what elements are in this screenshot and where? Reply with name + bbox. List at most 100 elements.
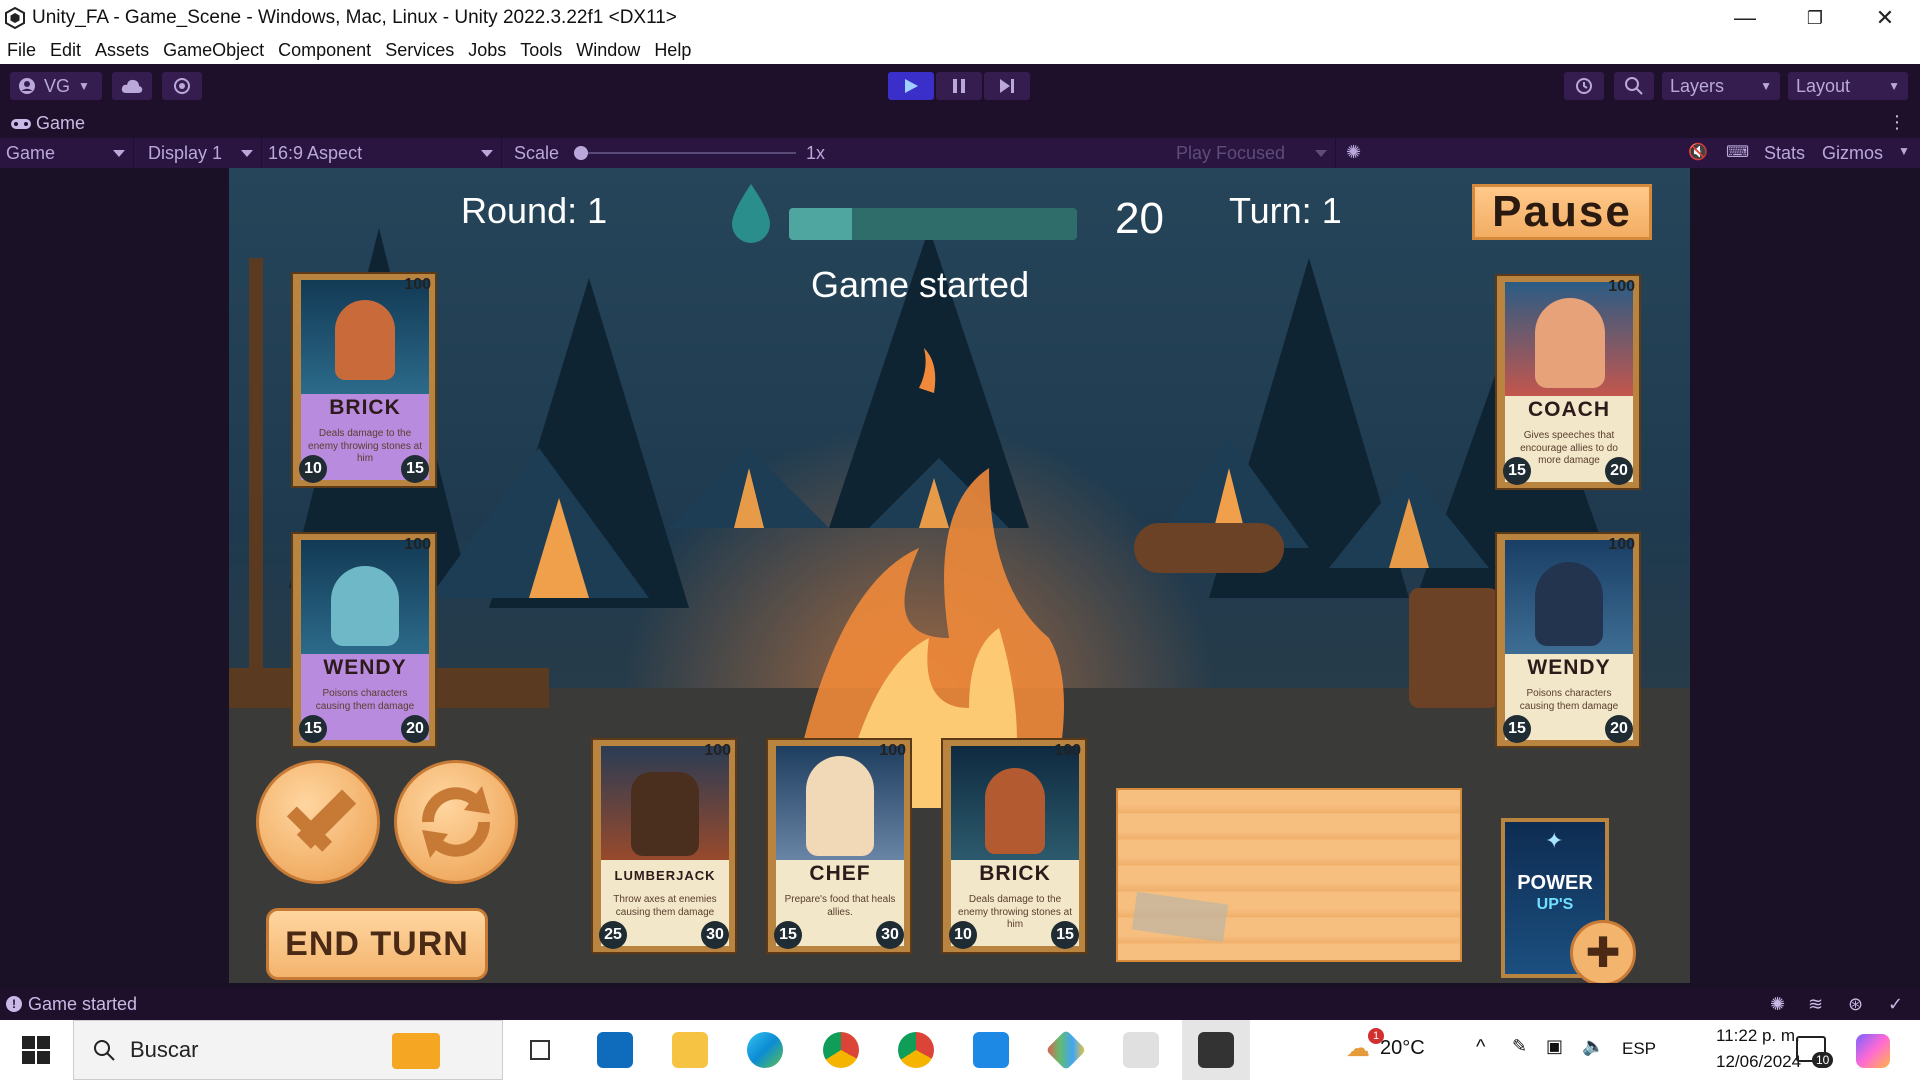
card-cost: 10 — [949, 921, 977, 949]
scale-slider-handle[interactable] — [574, 146, 588, 160]
bug-icon[interactable]: ✺ — [1770, 994, 1785, 1015]
card-hp: 100 — [879, 742, 906, 759]
volume-icon[interactable]: 🔈 — [1582, 1036, 1604, 1057]
hand-card-brick[interactable]: BRICK Deals damage to the enemy throwing… — [941, 738, 1087, 954]
weather-badge: 1 — [1368, 1028, 1384, 1044]
card-description: Poisons characters causing them damage — [1519, 688, 1619, 712]
play-button[interactable] — [888, 72, 934, 100]
layers-dropdown[interactable]: Layers ▼ — [1662, 72, 1780, 100]
chevron-up-icon[interactable]: ^ — [1476, 1036, 1485, 1059]
check-icon[interactable]: ✓ — [1888, 994, 1903, 1015]
edge-icon[interactable] — [747, 1032, 783, 1068]
star-icon: ✦ — [1545, 828, 1564, 853]
scale-slider-track[interactable] — [576, 152, 796, 154]
cloud-button[interactable] — [112, 72, 152, 100]
taskbar-search[interactable]: Buscar — [73, 1020, 503, 1080]
pause-editor-button[interactable] — [936, 72, 982, 100]
weather-temp: 20°C — [1380, 1037, 1425, 1059]
pause-label: Pause — [1492, 187, 1632, 236]
network-icon[interactable]: ▣ — [1546, 1036, 1563, 1057]
game-scene[interactable]: Round: 1 20 Turn: 1 Pause Game started B… — [229, 168, 1690, 983]
mana-bar-fill — [789, 208, 853, 240]
chrome-icon[interactable] — [823, 1032, 859, 1068]
end-turn-button[interactable]: END TURN — [266, 908, 488, 980]
chevron-down-icon — [113, 150, 125, 157]
tab-options-icon[interactable]: ⋮ — [1888, 112, 1906, 133]
gizmos-button[interactable]: Gizmos — [1822, 143, 1883, 164]
layers-icon[interactable]: ≋ — [1808, 994, 1823, 1015]
mute-audio-icon[interactable]: 🔇 — [1688, 142, 1708, 162]
status-message[interactable]: Game started — [28, 994, 137, 1015]
main-toolbar: VG ▼ Layers ▼ Layout ▼ — [0, 64, 1920, 108]
unity-hub-icon[interactable] — [1123, 1032, 1159, 1068]
add-power-up-button[interactable]: ✚ — [1570, 920, 1636, 983]
clock-date[interactable]: 12/06/2024 — [1716, 1052, 1801, 1072]
stats-button[interactable]: Stats — [1764, 143, 1805, 164]
file-explorer-icon[interactable] — [672, 1032, 708, 1068]
unity-logo-icon — [5, 7, 25, 29]
play-mode-dropdown[interactable]: Play Focused — [1170, 138, 1336, 168]
layout-dropdown[interactable]: Layout ▼ — [1788, 72, 1908, 100]
card-cost: 25 — [599, 921, 627, 949]
menu-window[interactable]: Window — [569, 40, 647, 61]
language-indicator[interactable]: ESP — [1622, 1039, 1656, 1059]
tab-game[interactable]: Game — [10, 113, 85, 134]
attack-button[interactable] — [256, 760, 380, 884]
chevron-down-icon: ▼ — [1760, 79, 1772, 93]
menu-gameobject[interactable]: GameObject — [156, 40, 271, 61]
menu-jobs[interactable]: Jobs — [461, 40, 513, 61]
weather-icon: ☁ — [1346, 1035, 1370, 1062]
menu-services[interactable]: Services — [378, 40, 461, 61]
menu-component[interactable]: Component — [271, 40, 378, 61]
ally-card-wendy[interactable]: WENDY Poisons characters causing them da… — [1495, 532, 1641, 748]
network-icon[interactable]: ⊛ — [1848, 994, 1863, 1015]
hand-card-lumberjack[interactable]: LUMBERJACK Throw axes at enemies causing… — [591, 738, 737, 954]
step-icon — [1000, 79, 1014, 93]
copilot-icon[interactable] — [1856, 1034, 1890, 1068]
clock-time[interactable]: 11:22 p. m. — [1716, 1026, 1800, 1046]
keyboard-icon[interactable]: ⌨ — [1726, 142, 1749, 162]
vscode-icon[interactable] — [973, 1032, 1009, 1068]
windows-start-icon[interactable] — [22, 1036, 50, 1064]
task-view-icon[interactable] — [522, 1032, 558, 1068]
chevron-down-icon[interactable]: ▼ — [1898, 144, 1910, 158]
unity-editor-taskbar-item[interactable] — [1182, 1020, 1250, 1080]
minimize-button[interactable]: — — [1710, 0, 1780, 36]
card-attack: 20 — [1605, 457, 1633, 485]
git-app-icon[interactable] — [1045, 1029, 1087, 1071]
menu-file[interactable]: File — [0, 40, 43, 61]
chrome-profile-icon[interactable] — [898, 1032, 934, 1068]
menu-assets[interactable]: Assets — [88, 40, 156, 61]
step-button[interactable] — [984, 72, 1030, 100]
ally-card-coach[interactable]: COACH Gives speeches that encourage alli… — [1495, 274, 1641, 490]
menu-tools[interactable]: Tools — [513, 40, 569, 61]
bug-icon[interactable]: ✺ — [1346, 142, 1361, 163]
scale-value: 1x — [806, 143, 826, 163]
restore-button[interactable]: ❐ — [1780, 0, 1850, 36]
card-drop-board[interactable] — [1116, 788, 1462, 962]
swap-button[interactable] — [394, 760, 518, 884]
menu-help[interactable]: Help — [647, 40, 698, 61]
pen-icon[interactable]: ✎ — [1512, 1036, 1527, 1057]
enemy-card-brick[interactable]: BRICK Deals damage to the enemy throwing… — [291, 272, 437, 488]
display-dropdown[interactable]: Display 1 — [142, 138, 262, 168]
view-mode-dropdown[interactable]: Game — [0, 138, 134, 168]
account-dropdown[interactable]: VG ▼ — [10, 72, 102, 100]
close-button[interactable]: ✕ — [1850, 0, 1920, 36]
search-button[interactable] — [1614, 72, 1654, 100]
menu-edit[interactable]: Edit — [43, 40, 88, 61]
collab-button[interactable] — [162, 72, 202, 100]
menu-bar: File Edit Assets GameObject Component Se… — [0, 36, 1920, 64]
outlook-icon[interactable] — [597, 1032, 633, 1068]
card-description: Throw axes at enemies causing them damag… — [613, 894, 717, 918]
history-button[interactable] — [1564, 72, 1604, 100]
play-mode-label: Play Focused — [1176, 142, 1286, 163]
game-view-toolbar: Game Display 1 16:9 Aspect Scale 1x Play… — [0, 138, 1920, 168]
hand-card-chef[interactable]: CHEF Prepare's food that heals allies. 1… — [766, 738, 912, 954]
card-name: WENDY — [323, 656, 407, 679]
pause-button[interactable]: Pause — [1472, 184, 1652, 240]
enemy-card-wendy[interactable]: WENDY Poisons characters causing them da… — [291, 532, 437, 748]
weather-widget[interactable]: ☁ 1 20°C — [1346, 1028, 1425, 1063]
aspect-dropdown[interactable]: 16:9 Aspect — [262, 138, 502, 168]
round-label: Round: 1 — [461, 190, 608, 231]
